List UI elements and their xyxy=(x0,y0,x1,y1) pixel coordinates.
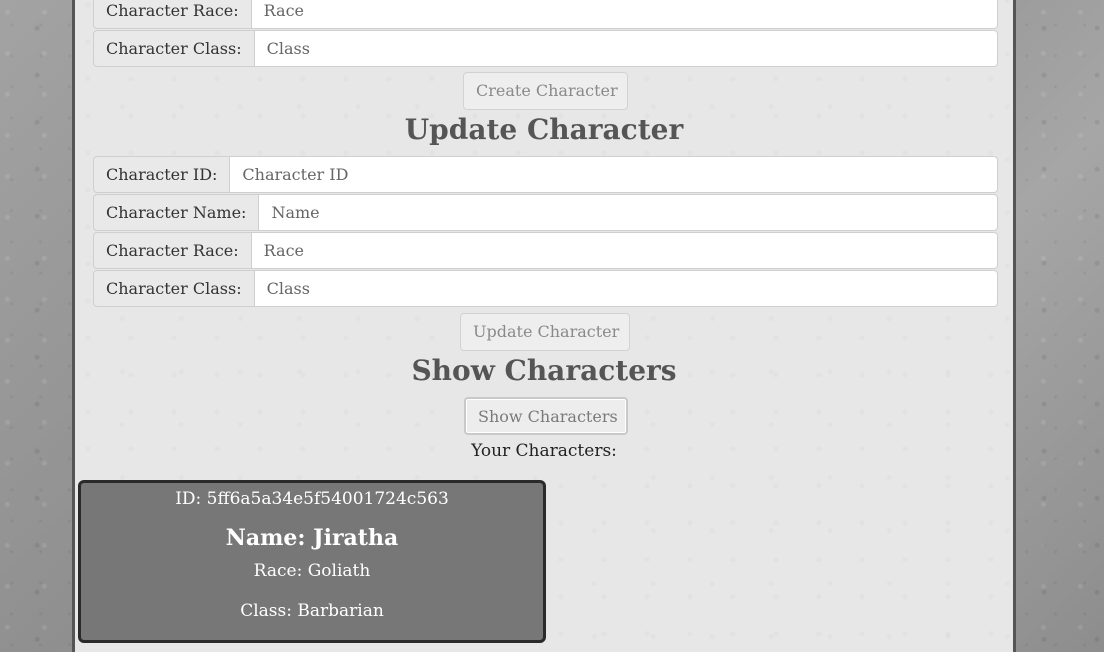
create-character-button[interactable]: Create Character xyxy=(463,72,628,110)
create-race-input[interactable] xyxy=(251,0,998,29)
character-card: ID: 5ff6a5a34e5f54001724c563 Name: Jirat… xyxy=(78,480,546,643)
create-class-label: Character Class: xyxy=(93,30,255,67)
show-characters-button[interactable]: Show Characters xyxy=(464,397,628,435)
update-name-field-group: Character Name: xyxy=(93,194,998,231)
update-class-input[interactable] xyxy=(254,270,998,307)
update-class-label: Character Class: xyxy=(93,270,255,307)
create-race-label: Character Race: xyxy=(93,0,252,29)
character-id: ID: 5ff6a5a34e5f54001724c563 xyxy=(175,489,449,509)
character-class: Class: Barbarian xyxy=(240,601,384,621)
update-race-label: Character Race: xyxy=(93,232,252,269)
update-name-label: Character Name: xyxy=(93,194,260,231)
character-name: Name: Jiratha xyxy=(225,525,399,551)
create-class-field-group: Character Class: xyxy=(93,30,998,67)
your-characters-title: Your Characters: xyxy=(471,441,617,461)
update-character-button[interactable]: Update Character xyxy=(460,313,630,351)
create-race-field-group: Character Race: xyxy=(93,0,998,29)
show-characters-heading: Show Characters xyxy=(411,354,677,387)
update-name-input[interactable] xyxy=(259,194,998,231)
update-id-input[interactable] xyxy=(230,156,998,193)
update-race-input[interactable] xyxy=(251,232,998,269)
update-class-field-group: Character Class: xyxy=(93,270,998,307)
update-id-label: Character ID: xyxy=(93,156,231,193)
character-race: Race: Goliath xyxy=(253,561,371,581)
create-class-input[interactable] xyxy=(254,30,998,67)
update-id-field-group: Character ID: xyxy=(93,156,998,193)
update-race-field-group: Character Race: xyxy=(93,232,998,269)
update-character-heading: Update Character xyxy=(404,113,684,146)
